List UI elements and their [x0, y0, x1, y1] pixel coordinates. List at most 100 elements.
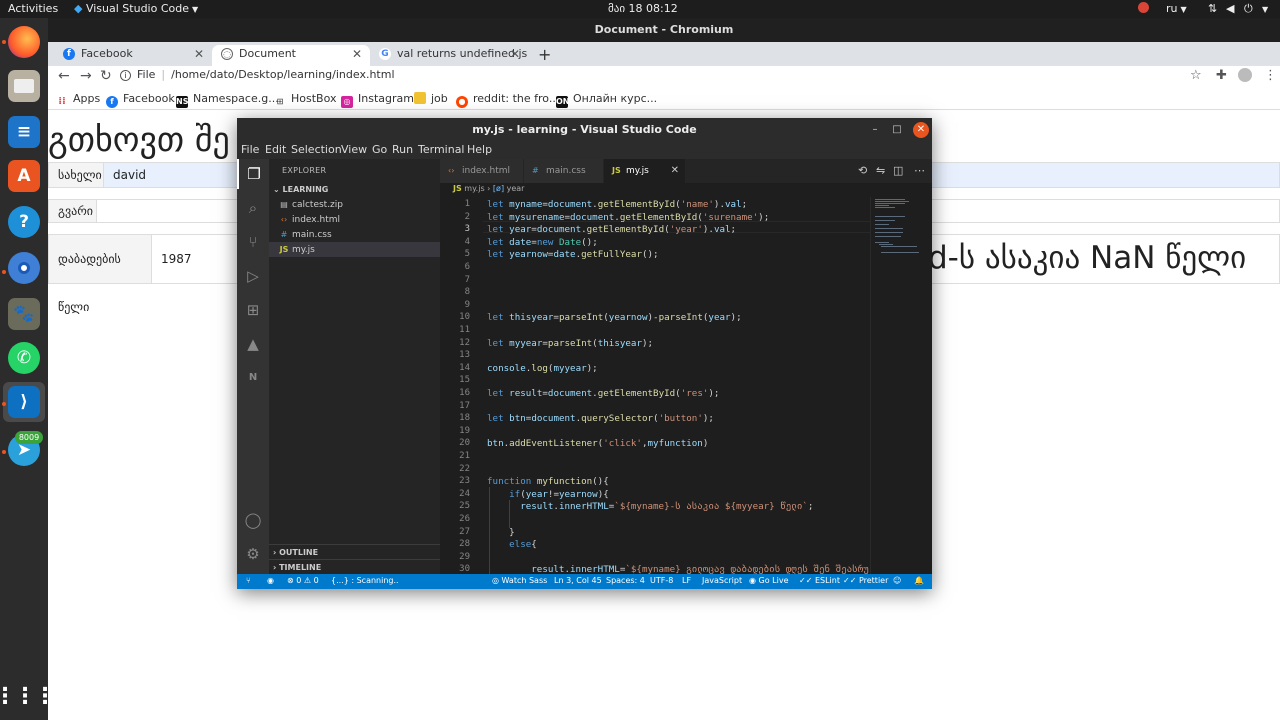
- breadcrumb-file[interactable]: my.js: [464, 184, 484, 193]
- writer-icon[interactable]: ≡: [8, 116, 40, 148]
- maximize-icon[interactable]: □: [889, 122, 905, 138]
- go-live-button[interactable]: ◉ Go Live: [749, 576, 789, 585]
- problems-indicator[interactable]: ⊗ 0 ⚠ 0: [287, 576, 319, 585]
- bookmark-instagram[interactable]: ◎ Instagram: [341, 92, 414, 108]
- whatsapp-icon[interactable]: ✆: [8, 342, 40, 374]
- extensions-icon[interactable]: ⊞: [237, 295, 269, 325]
- editor-scrollbar[interactable]: [924, 197, 932, 574]
- indentation[interactable]: Spaces: 4: [606, 576, 645, 585]
- minimap[interactable]: [870, 197, 924, 574]
- browser-tab-search[interactable]: G val returns undefined js - ✕: [370, 45, 528, 66]
- browser-tab-document[interactable]: ◌ Document ✕: [212, 45, 370, 66]
- run-debug-icon[interactable]: ▷: [237, 261, 269, 291]
- nx-icon[interactable]: N: [237, 363, 269, 393]
- bookmark-course[interactable]: ON Онлайн курс...: [556, 92, 657, 108]
- bookmark-hostbox[interactable]: ⊞ HostBox: [274, 92, 337, 108]
- name-input[interactable]: david: [104, 163, 147, 187]
- help-icon[interactable]: ?: [8, 206, 40, 238]
- feedback-icon[interactable]: ☺: [893, 576, 901, 585]
- birth-year-input[interactable]: 1987: [152, 235, 192, 283]
- address-bar[interactable]: i File |/home/dato/Desktop/learning/index.…: [120, 68, 395, 81]
- watch-sass-button[interactable]: ◎ Watch Sass: [492, 576, 547, 585]
- menu-selection[interactable]: Selection: [291, 143, 342, 156]
- close-icon[interactable]: ✕: [510, 45, 520, 63]
- line-ending[interactable]: LF: [682, 576, 691, 585]
- editor-tab-main-css[interactable]: # main.css: [524, 159, 604, 183]
- chevron-down-icon[interactable]: ▼: [1259, 2, 1268, 15]
- outline-section[interactable]: › OUTLINE: [269, 544, 440, 559]
- menu-file[interactable]: File: [241, 143, 259, 156]
- gimp-icon[interactable]: 🐾: [8, 298, 40, 330]
- more-actions-icon[interactable]: ⋯: [914, 164, 925, 177]
- editor-tab-index-html[interactable]: ‹› index.html: [440, 159, 524, 183]
- breadcrumb-symbol[interactable]: year: [507, 184, 525, 193]
- profile-icon[interactable]: [1238, 68, 1252, 86]
- compare-icon[interactable]: ⇋: [876, 164, 885, 177]
- close-icon[interactable]: ✕: [352, 45, 362, 63]
- chrome-indicator-icon[interactable]: [1138, 2, 1149, 16]
- explorer-icon[interactable]: ❐: [237, 159, 269, 189]
- account-icon[interactable]: ◯: [237, 505, 269, 535]
- forward-icon[interactable]: →: [80, 68, 92, 84]
- file-main-css[interactable]: # main.css: [269, 227, 440, 242]
- file-index-html[interactable]: ‹› index.html: [269, 212, 440, 227]
- power-icon[interactable]: ⏻: [1244, 2, 1253, 16]
- menu-help[interactable]: Help: [467, 143, 492, 156]
- angular-icon[interactable]: ▲: [237, 329, 269, 359]
- language-indicator[interactable]: ru ▼: [1166, 2, 1187, 15]
- back-icon[interactable]: ←: [58, 68, 70, 84]
- menu-edit[interactable]: Edit: [265, 143, 286, 156]
- menu-go[interactable]: Go: [372, 143, 387, 156]
- search-icon[interactable]: ⌕: [237, 193, 269, 223]
- close-icon[interactable]: ✕: [671, 159, 679, 183]
- cursor-position[interactable]: Ln 3, Col 45: [554, 576, 602, 585]
- remote-icon[interactable]: ⑂: [246, 576, 251, 585]
- close-window-icon[interactable]: ✕: [913, 122, 929, 138]
- bookmark-apps[interactable]: ⁞⁞ Apps: [56, 92, 100, 108]
- bookmark-job[interactable]: job: [414, 92, 448, 105]
- network-icon[interactable]: ⇅: [1208, 2, 1217, 15]
- menu-run[interactable]: Run: [392, 143, 413, 156]
- extensions-icon[interactable]: ✚: [1216, 68, 1227, 83]
- file-calctest[interactable]: ▤ calctest.zip: [269, 197, 440, 212]
- chromium-icon[interactable]: [8, 252, 40, 284]
- eslint-status[interactable]: ✓✓ ESLint: [799, 576, 840, 585]
- file-my-js[interactable]: JS my.js: [269, 242, 440, 257]
- menu-view[interactable]: View: [341, 143, 367, 156]
- info-icon[interactable]: i: [120, 70, 131, 81]
- app-grid-icon[interactable]: ⋮⋮⋮: [0, 680, 56, 712]
- timeline-history-icon[interactable]: ⟲: [858, 164, 867, 177]
- files-icon[interactable]: [8, 70, 40, 102]
- code-editor[interactable]: 1 let myname=document.getElementById('nam…: [440, 197, 870, 574]
- minimap-line: [875, 220, 895, 221]
- volume-icon[interactable]: ◀: [1226, 2, 1234, 15]
- new-tab-button[interactable]: +: [538, 45, 551, 64]
- split-editor-icon[interactable]: ◫: [893, 164, 903, 177]
- minimize-icon[interactable]: –: [867, 122, 883, 138]
- settings-gear-icon[interactable]: ⚙: [237, 539, 269, 569]
- editor-tab-my-js[interactable]: JS my.js ✕: [604, 159, 686, 183]
- live-share-icon[interactable]: ◉: [267, 576, 274, 585]
- folder-header[interactable]: ⌄ LEARNING: [273, 185, 328, 194]
- close-icon[interactable]: ✕: [194, 45, 204, 63]
- bookmark-facebook[interactable]: f Facebook: [106, 92, 175, 108]
- timeline-section[interactable]: › TIMELINE: [269, 559, 440, 574]
- notifications-icon[interactable]: 🔔: [914, 576, 924, 585]
- firefox-icon[interactable]: [8, 26, 40, 58]
- reload-icon[interactable]: ↻: [100, 68, 112, 84]
- vscode-icon[interactable]: ⟩: [8, 386, 40, 418]
- clock[interactable]: მაი 18 08:12: [608, 2, 678, 15]
- browser-tab-facebook[interactable]: f Facebook ✕: [54, 45, 212, 66]
- language-mode[interactable]: JavaScript: [702, 576, 742, 585]
- activities-button[interactable]: Activities: [8, 2, 58, 15]
- star-icon[interactable]: ☆: [1190, 68, 1202, 83]
- menu-terminal[interactable]: Terminal: [418, 143, 465, 156]
- menu-icon[interactable]: ⋮: [1264, 68, 1277, 83]
- encoding[interactable]: UTF-8: [650, 576, 673, 585]
- software-icon[interactable]: A: [8, 160, 40, 192]
- bookmark-namespace[interactable]: NS Namespace.g...: [176, 92, 279, 108]
- bookmark-reddit[interactable]: ● reddit: the fro...: [456, 92, 559, 108]
- source-control-icon[interactable]: ⑂: [237, 227, 269, 257]
- prettier-status[interactable]: ✓✓ Prettier: [843, 576, 888, 585]
- app-menu[interactable]: ◆ Visual Studio Code ▼: [74, 2, 198, 15]
